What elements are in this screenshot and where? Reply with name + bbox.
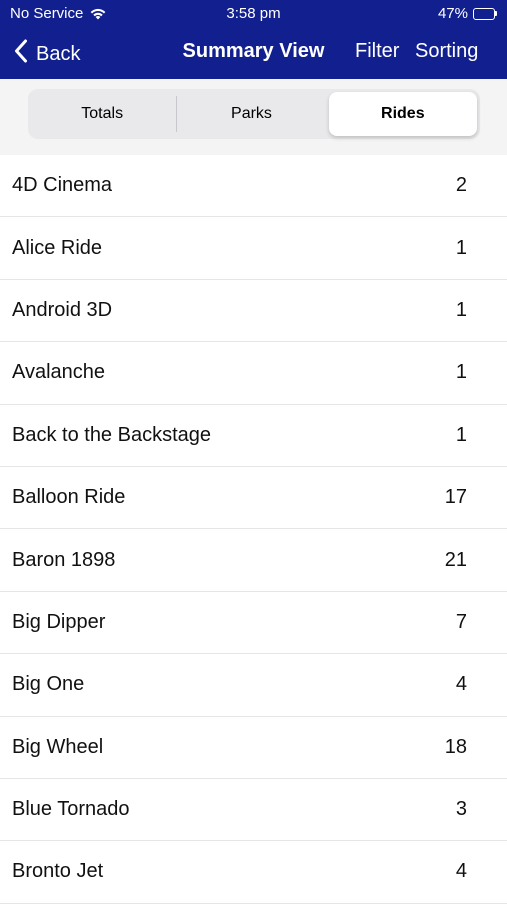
list-item[interactable]: Alice Ride 1 <box>0 217 507 280</box>
segment-label: Totals <box>81 105 124 122</box>
ride-count: 1 <box>455 423 467 446</box>
ride-name: Alice Ride <box>12 236 103 259</box>
ride-count: 17 <box>444 486 467 509</box>
status-time: 3:58 pm <box>226 5 281 22</box>
list-item[interactable]: Baron 1898 21 <box>0 529 507 592</box>
list-item[interactable]: Balloon Ride 17 <box>0 467 507 530</box>
ride-count: 1 <box>455 236 467 259</box>
ride-count: 3 <box>455 798 467 821</box>
list-item[interactable]: Back to the Backstage 1 <box>0 405 507 467</box>
segment-rides[interactable]: Rides <box>328 92 477 136</box>
segmented-control: Totals Parks Rides <box>28 89 480 139</box>
back-label: Back <box>36 42 81 65</box>
segment-parks[interactable]: Parks <box>177 89 325 139</box>
ride-count: 21 <box>444 548 467 571</box>
battery-percent: 47% <box>437 5 468 22</box>
ride-name: Android 3D <box>12 298 113 321</box>
list-item[interactable]: Big Wheel 18 <box>0 717 507 779</box>
ride-count: 1 <box>455 361 467 384</box>
navigation-header: No Service 3:58 pm 47% Back Summary View… <box>0 0 507 79</box>
filter-button[interactable]: Filter <box>355 40 399 63</box>
battery-icon <box>473 7 497 20</box>
ride-name: Avalanche <box>12 361 106 384</box>
ride-name: Balloon Ride <box>12 486 126 509</box>
ride-name: Big One <box>12 673 85 696</box>
ride-count: 4 <box>455 673 467 696</box>
list-item[interactable]: Android 3D 1 <box>0 280 507 343</box>
ride-name: Bronto Jet <box>12 860 104 883</box>
segment-label: Rides <box>381 105 425 122</box>
ride-name: Back to the Backstage <box>12 423 212 446</box>
sorting-button[interactable]: Sorting <box>415 40 478 63</box>
status-bar: No Service 3:58 pm 47% <box>0 0 507 28</box>
ride-name: Big Wheel <box>12 735 104 758</box>
segment-bar: Totals Parks Rides <box>0 79 507 155</box>
list-item[interactable]: 4D Cinema 2 <box>0 155 507 218</box>
list-item[interactable]: Avalanche 1 <box>0 342 507 405</box>
ride-name: Blue Tornado <box>12 798 130 821</box>
list-item[interactable]: Big Dipper 7 <box>0 592 507 655</box>
chevron-left-icon <box>14 39 28 69</box>
segment-label: Parks <box>231 105 272 122</box>
ride-count: 1 <box>455 298 467 321</box>
ride-count: 4 <box>455 860 467 883</box>
rides-list: 4D Cinema 2 Alice Ride 1 Android 3D 1 Av… <box>0 155 507 904</box>
segment-totals[interactable]: Totals <box>28 89 176 139</box>
ride-count: 18 <box>444 735 467 758</box>
ride-name: Big Dipper <box>12 610 106 633</box>
list-item[interactable]: Bronto Jet 4 <box>0 841 507 904</box>
battery-indicator: 47% <box>438 5 497 22</box>
list-item[interactable]: Blue Tornado 3 <box>0 779 507 842</box>
ride-name: 4D Cinema <box>12 174 113 197</box>
list-item[interactable]: Big One 4 <box>0 654 507 717</box>
ride-name: Baron 1898 <box>12 548 116 571</box>
nav-bar: Back Summary View Filter Sorting <box>0 30 507 74</box>
ride-count: 7 <box>455 610 467 633</box>
ride-count: 2 <box>455 174 467 197</box>
back-button[interactable]: Back <box>14 39 80 69</box>
